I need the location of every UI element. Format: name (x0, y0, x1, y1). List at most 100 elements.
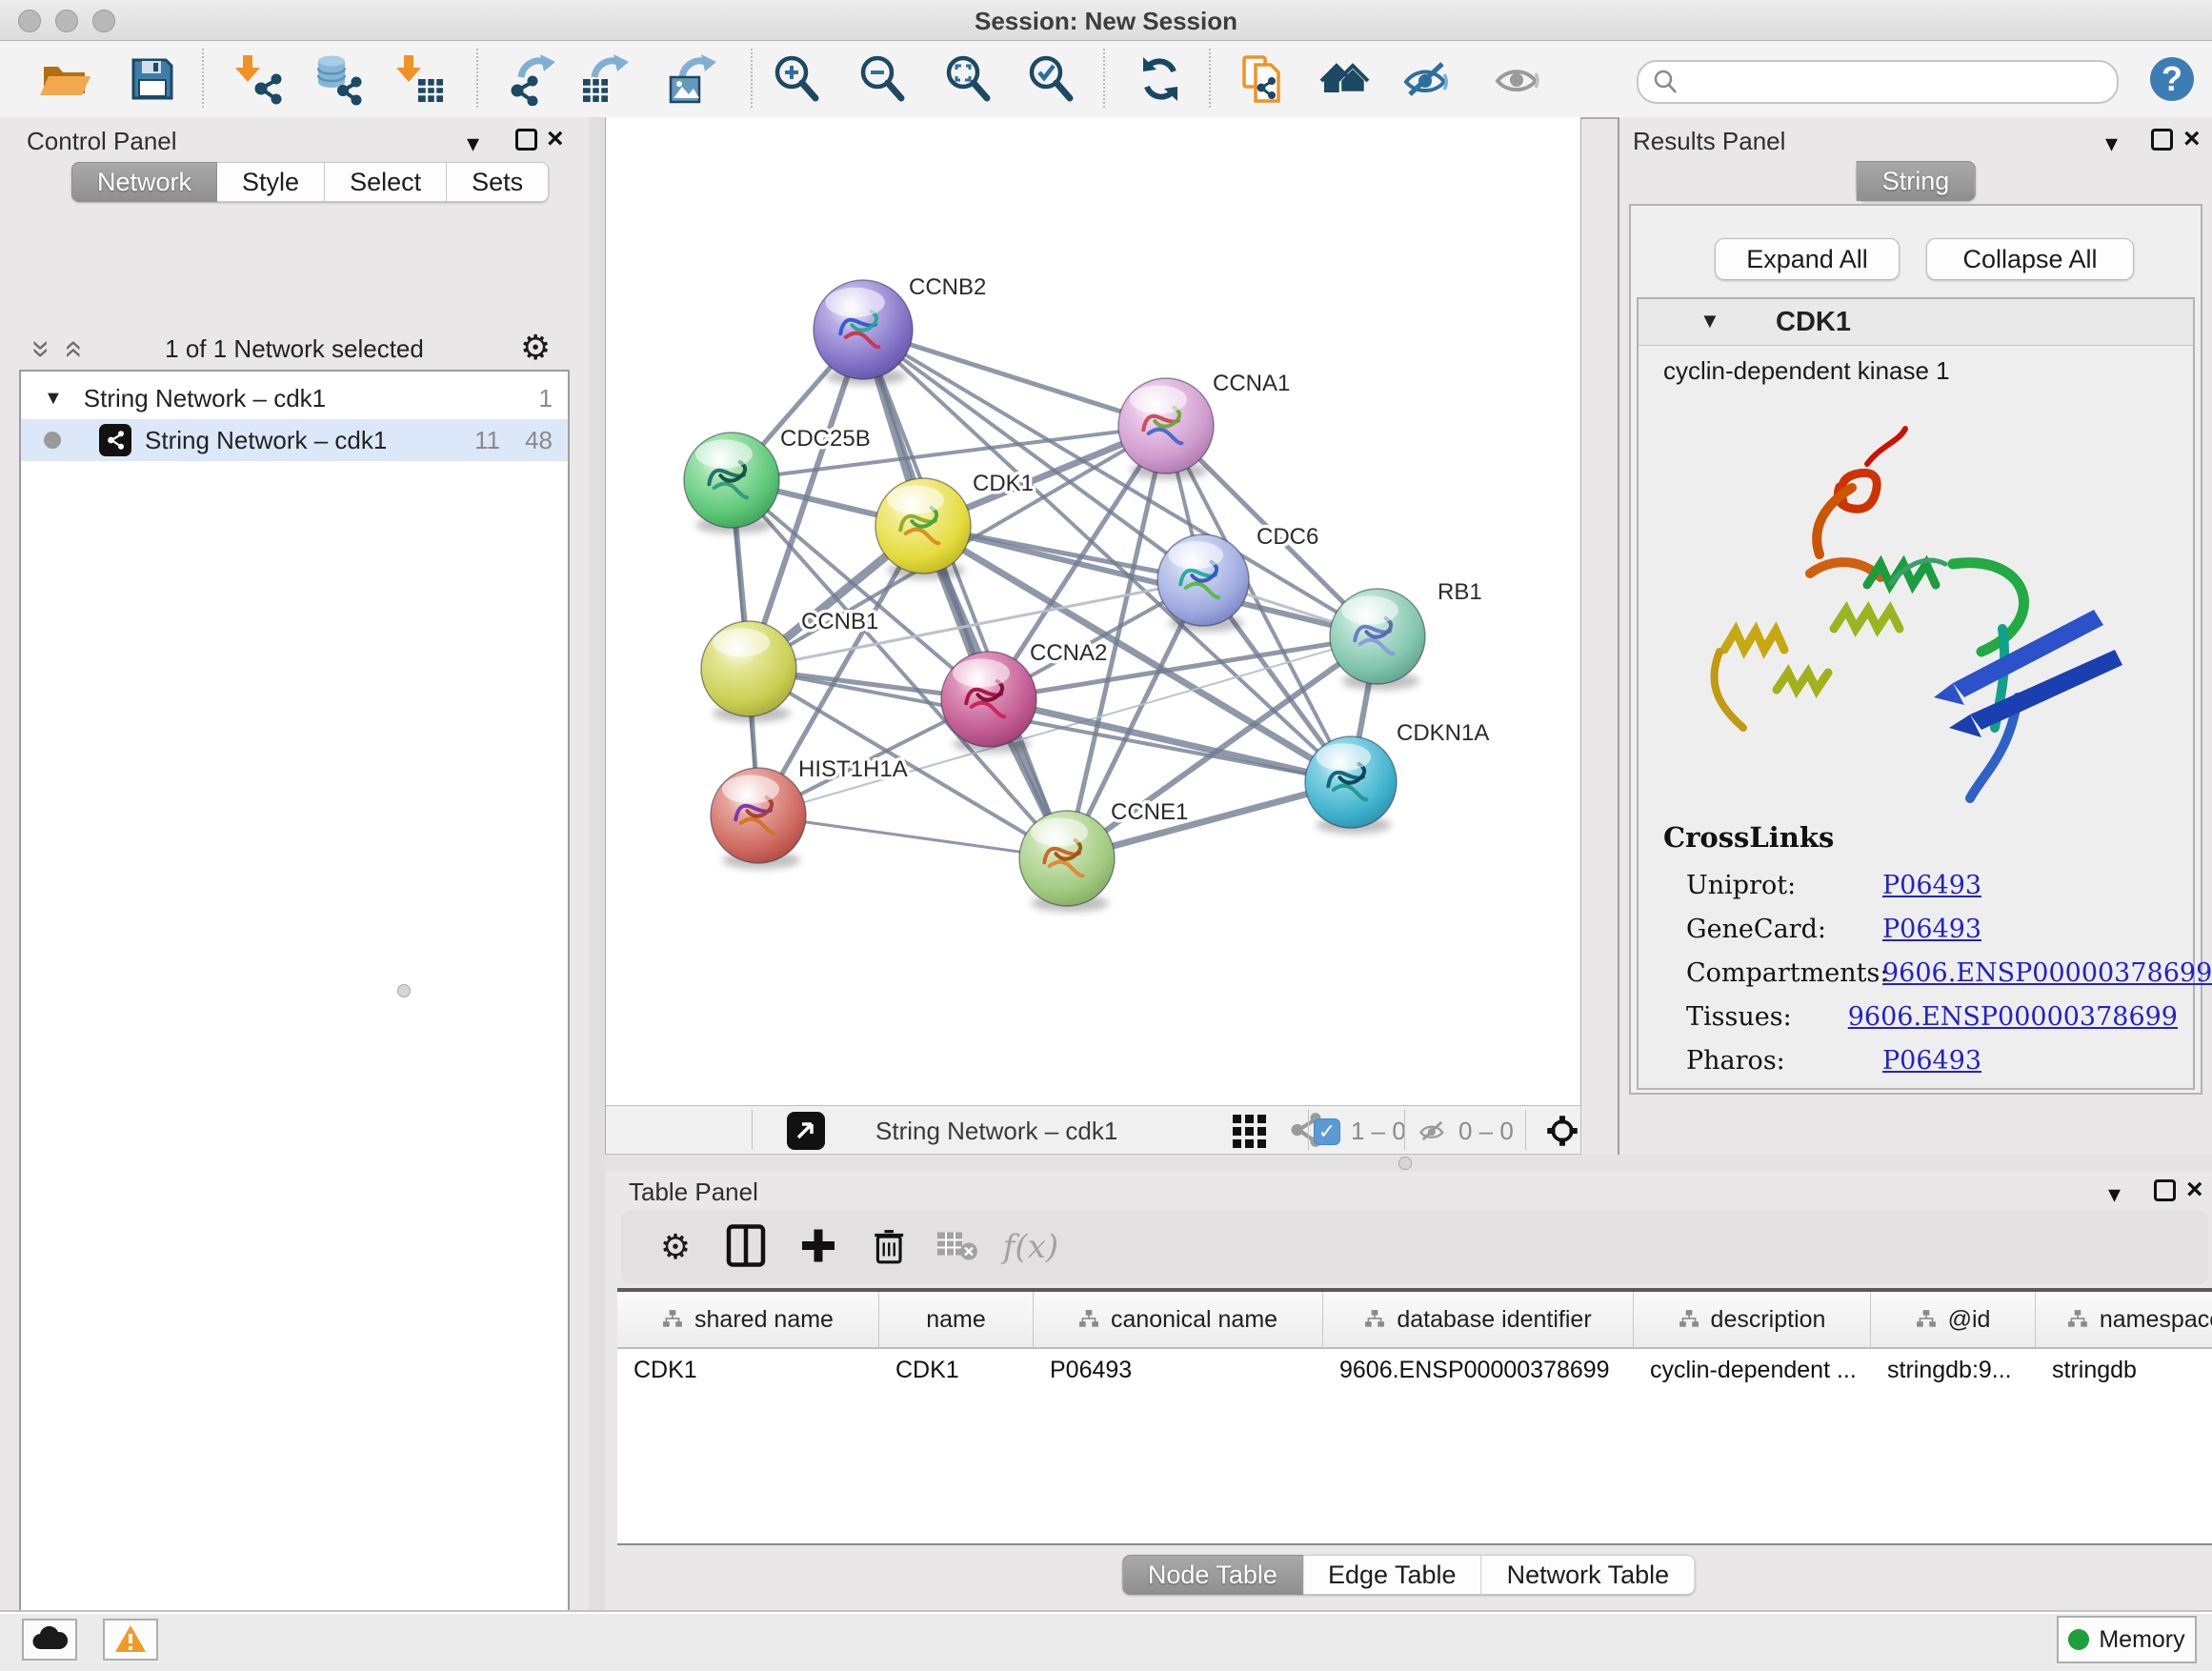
column-header-@id[interactable]: @id (1871, 1292, 2036, 1347)
zoom-fit-button[interactable] (941, 52, 995, 106)
grid-view-button[interactable] (1229, 1109, 1271, 1151)
column-header-canonical-name[interactable]: canonical name (1034, 1292, 1323, 1347)
crosslink-row: Pharos:P06493 (1663, 1038, 2178, 1082)
toolbar-separator (1404, 1110, 1405, 1150)
delete-columns-button[interactable] (869, 1223, 911, 1272)
save-session-button[interactable] (126, 52, 179, 106)
save-floppy-icon (126, 52, 179, 106)
protein-structure-image (1667, 412, 2182, 812)
selected-node-edge-counts: 1 – 0 (1351, 1117, 1406, 1146)
crosslink-link[interactable]: P06493 (1882, 871, 1981, 900)
open-session-button[interactable] (38, 52, 91, 106)
table-panel: Table Panel ▾ × ⚙ f(x) shared namenameca… (605, 1172, 2212, 1610)
selected-checkbox-icon[interactable]: ✓ (1314, 1118, 1340, 1145)
database-icon (312, 52, 366, 106)
eye-icon (1492, 52, 1545, 106)
hide-selected-button[interactable] (1400, 52, 1454, 106)
panel-collapse-icon[interactable]: ▾ (2105, 131, 2118, 155)
table-options-button[interactable]: ⚙ (660, 1230, 691, 1264)
crosslink-link[interactable]: 9606.ENSP00000378699 (1848, 1002, 2178, 1032)
tab-edge-table[interactable]: Edge Table (1303, 1555, 1482, 1595)
hidden-eye-icon (1416, 1116, 1450, 1146)
export-network-button[interactable] (506, 52, 559, 106)
column-type-icon (1679, 1309, 1699, 1330)
panel-float-icon[interactable] (2151, 129, 2173, 151)
zoom-out-button[interactable] (855, 52, 909, 106)
network-options-gear-icon[interactable]: ⚙ (520, 331, 551, 365)
column-header-namespace[interactable]: namespace (2036, 1292, 2212, 1347)
tab-sets[interactable]: Sets (447, 162, 549, 202)
import-table-file-button[interactable] (393, 52, 447, 106)
network-canvas[interactable]: CCNB2CCNA1CDC25BCDK1CDC6RB1CCNB1CCNA2CDK… (605, 117, 1581, 1105)
column-label: name (926, 1306, 986, 1334)
show-all-button[interactable] (1492, 52, 1545, 106)
column-header-description[interactable]: description (1634, 1292, 1871, 1347)
clone-network-button[interactable] (1237, 52, 1290, 106)
first-neighbors-button[interactable] (1317, 52, 1371, 106)
panel-close-icon[interactable]: × (2183, 127, 2201, 151)
plus-icon (798, 1226, 838, 1266)
zoom-in-button[interactable] (770, 52, 823, 106)
node-count: 11 (474, 426, 500, 455)
panel-float-icon[interactable] (515, 129, 537, 151)
birdseye-view-button[interactable] (787, 1112, 825, 1150)
splitter-handle[interactable] (1398, 1157, 1412, 1170)
tab-network[interactable]: Network (71, 162, 217, 202)
delete-table-icon (935, 1229, 979, 1263)
horizontal-splitter[interactable] (605, 1155, 2212, 1172)
export-image-button[interactable] (667, 52, 720, 106)
panel-collapse-icon[interactable]: ▾ (2108, 1181, 2121, 1206)
search-input[interactable] (1688, 64, 2101, 98)
warnings-button[interactable] (103, 1619, 158, 1661)
column-label: shared name (694, 1306, 834, 1334)
selection-status: 1 of 1 Network selected (0, 334, 589, 364)
import-network-file-button[interactable] (232, 52, 286, 106)
create-column-button[interactable] (798, 1226, 838, 1269)
crosshair-icon[interactable] (1542, 1111, 1582, 1151)
tab-node-table[interactable]: Node Table (1122, 1555, 1303, 1595)
column-header-shared-name[interactable]: shared name (617, 1292, 879, 1347)
expand-all-button[interactable]: Expand All (1715, 238, 1900, 280)
column-header-database-identifier[interactable]: database identifier (1323, 1292, 1634, 1347)
network-tree: ▼ String Network – cdk1 1 String Network… (19, 370, 570, 1671)
panel-collapse-icon[interactable]: ▾ (467, 131, 479, 155)
table-cell: cyclin-dependent ... (1634, 1357, 1871, 1384)
title-bar: Session: New Session (0, 0, 2212, 41)
protein-section-header[interactable]: ▼ CDK1 (1639, 299, 2193, 346)
column-type-icon (1916, 1309, 1937, 1330)
show-columns-button[interactable] (725, 1223, 767, 1272)
section-collapse-icon[interactable]: ▼ (1699, 309, 1720, 333)
crosslink-link[interactable]: 9606.ENSP00000378699 (1882, 958, 2212, 988)
collapse-all-button[interactable]: Collapse All (1926, 238, 2134, 280)
table-row[interactable]: CDK1CDK1P064939606.ENSP00000378699cyclin… (617, 1349, 2212, 1391)
cloud-status-button[interactable] (22, 1619, 77, 1661)
crosslink-link[interactable]: P06493 (1882, 1046, 1981, 1076)
tab-style[interactable]: Style (217, 162, 325, 202)
crosslink-row: Compartments:9606.ENSP00000378699 (1663, 951, 2178, 995)
tab-network-table[interactable]: Network Table (1482, 1555, 1696, 1595)
tab-select[interactable]: Select (325, 162, 447, 202)
tab-string[interactable]: String (1857, 161, 1976, 201)
node-table: shared name name canonical namedatabase id… (617, 1288, 2212, 1545)
delete-table-button-disabled[interactable] (935, 1229, 979, 1266)
function-builder-button-disabled[interactable]: f(x) (1003, 1228, 1058, 1266)
panel-float-icon[interactable] (2154, 1179, 2176, 1201)
svg-text:?: ? (2162, 59, 2182, 98)
node-label-CDKN1A: CDKN1A (1397, 720, 1489, 746)
help-button[interactable]: ? (2145, 52, 2199, 106)
import-network-database-button[interactable] (312, 52, 366, 106)
refresh-button[interactable] (1134, 52, 1187, 106)
panel-close-icon[interactable]: × (2186, 1178, 2203, 1202)
zoom-selected-button[interactable] (1024, 52, 1077, 106)
splitter-handle[interactable] (397, 984, 411, 997)
export-table-button[interactable] (579, 52, 633, 106)
vertical-splitter[interactable] (589, 117, 605, 1610)
network-row-selected[interactable]: String Network – cdk1 11 48 (21, 419, 568, 461)
memory-button[interactable]: Memory (2057, 1616, 2197, 1663)
network-collection-row[interactable]: ▼ String Network – cdk1 1 (21, 377, 568, 419)
column-header-name[interactable]: name (879, 1292, 1034, 1347)
tree-expand-icon[interactable]: ▼ (44, 388, 63, 410)
crosslink-link[interactable]: P06493 (1882, 915, 1981, 944)
panel-close-icon[interactable]: × (547, 127, 564, 151)
status-bar: Memory (0, 1610, 2212, 1671)
